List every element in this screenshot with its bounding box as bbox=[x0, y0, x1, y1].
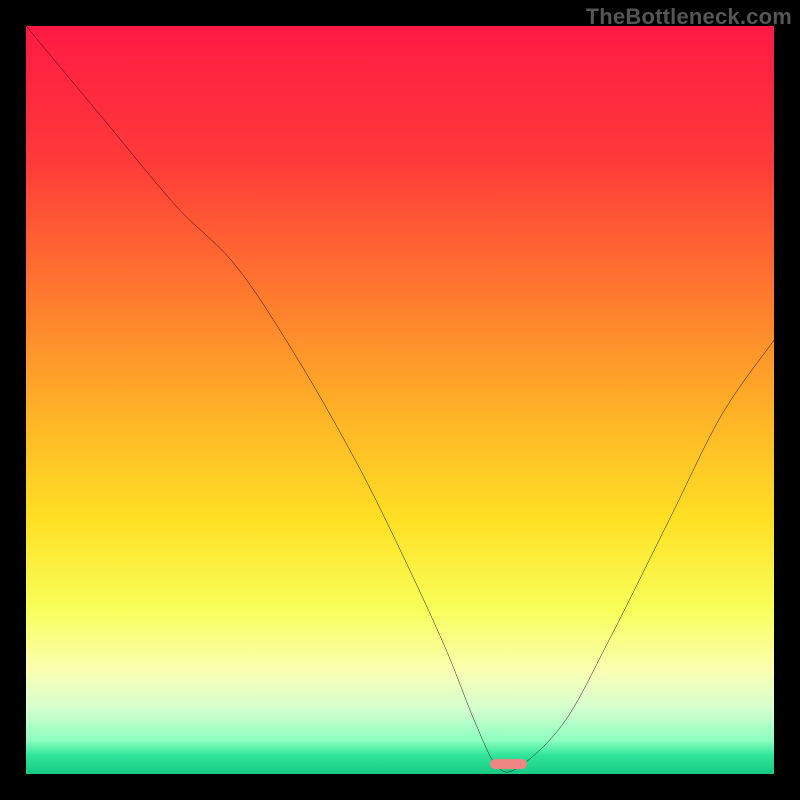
watermark-text: TheBottleneck.com bbox=[586, 4, 792, 30]
plot-area bbox=[26, 26, 774, 774]
chart-root: TheBottleneck.com bbox=[0, 0, 800, 800]
bottleneck-curve bbox=[26, 26, 774, 774]
optimum-marker bbox=[490, 759, 527, 769]
plot-inner bbox=[26, 26, 774, 774]
